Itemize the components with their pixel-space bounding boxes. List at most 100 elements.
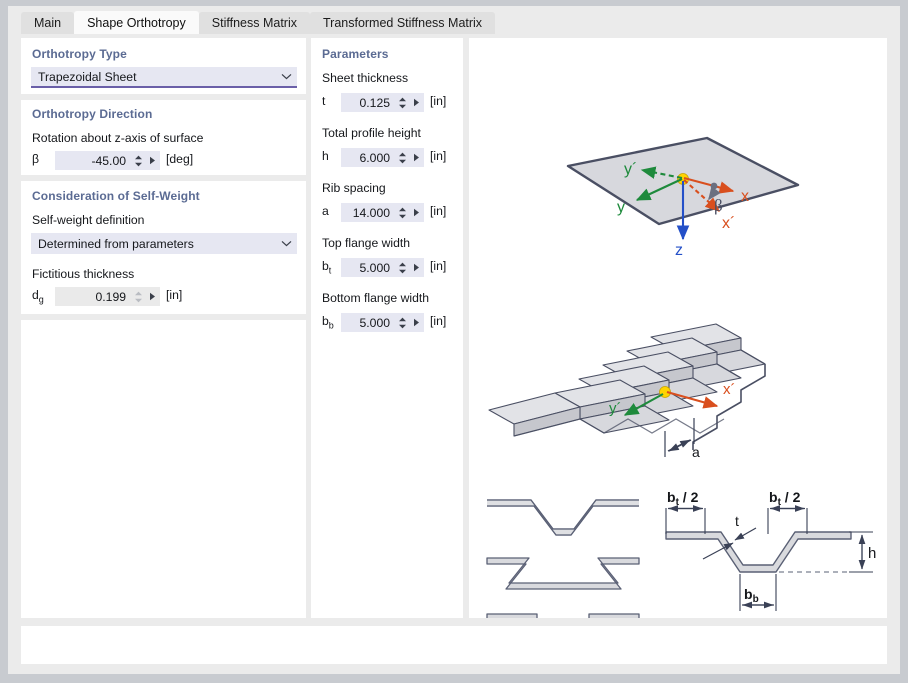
tab-stiffness-matrix[interactable]: Stiffness Matrix: [199, 12, 310, 34]
parameter-symbol-base-2: a: [322, 204, 329, 218]
fictitious-thickness-stepper: [132, 291, 145, 303]
orthotropy-direction-panel: Orthotropy Direction Rotation about z-ax…: [21, 100, 306, 175]
parameter-unit-1: [in]: [430, 149, 446, 163]
parameter-symbol-sub-3: t: [329, 265, 332, 275]
parameter-symbol-base-3: b: [322, 259, 329, 273]
fictitious-thickness-expand-icon[interactable]: [145, 292, 160, 301]
parameter-symbol-base-4: b: [322, 314, 329, 328]
beta-input[interactable]: -45.00: [55, 151, 160, 170]
dimension-label-bt-left: bt / 2: [667, 489, 699, 508]
profile-variants: [487, 500, 639, 618]
parameter-stepper-3[interactable]: [396, 262, 409, 274]
orthotropy-type-panel: Orthotropy Type Trapezoidal Sheet: [21, 38, 306, 94]
corrugated-label-x-prime: x´: [723, 381, 736, 398]
parameter-symbol-sub-4: b: [329, 320, 334, 330]
dg-symbol: dg: [32, 288, 44, 304]
parameter-expand-icon-0[interactable]: [409, 98, 424, 107]
graphic-panel: y´ y x x´ z β: [469, 38, 887, 618]
parameter-value-2: 14.000: [341, 206, 396, 220]
orthotropy-type-dropdown[interactable]: Trapezoidal Sheet: [31, 67, 297, 88]
orthotropy-graphic: y´ y x x´ z β: [469, 38, 887, 618]
dimension-label-t: t: [735, 513, 739, 529]
tab-main[interactable]: Main: [21, 12, 74, 34]
dimension-label-h: h: [868, 545, 876, 562]
parameter-expand-icon-3[interactable]: [409, 263, 424, 272]
left-empty-panel: [21, 320, 306, 618]
beta-stepper[interactable]: [132, 155, 145, 167]
self-weight-title: Consideration of Self-Weight: [32, 189, 200, 203]
corrugated-sheet-diagram: x´ y´ a: [489, 324, 765, 460]
corrugated-label-y-prime: y´: [609, 400, 622, 417]
fictitious-thickness-unit: [in]: [166, 288, 182, 302]
plane-diagram: y´ y x x´ z β: [568, 138, 798, 259]
axis-label-beta: β: [714, 196, 723, 215]
parameter-symbol-base-0: t: [322, 94, 325, 108]
beta-symbol: β: [32, 152, 39, 166]
dimension-label-bb: bb: [744, 586, 759, 605]
axis-label-z: z: [675, 242, 683, 259]
parameter-label-1: Total profile height: [322, 126, 421, 140]
beta-unit: [deg]: [166, 152, 193, 166]
parameter-symbol-4: bb: [322, 314, 334, 330]
tab-underline: [21, 34, 887, 35]
tab-strip: Main Shape Orthotropy Stiffness Matrix T…: [21, 11, 495, 34]
parameter-value-1: 6.000: [341, 151, 396, 165]
parameter-input-1[interactable]: 6.000: [341, 148, 424, 167]
parameter-label-0: Sheet thickness: [322, 71, 408, 85]
parameter-input-2[interactable]: 14.000: [341, 203, 424, 222]
parameter-expand-icon-1[interactable]: [409, 153, 424, 162]
parameters-title: Parameters: [322, 47, 389, 61]
parameter-symbol-2: a: [322, 204, 329, 220]
orthotropy-type-title: Orthotropy Type: [32, 47, 127, 61]
parameter-symbol-1: h: [322, 149, 329, 165]
parameter-unit-4: [in]: [430, 314, 446, 328]
axis-label-y: y: [617, 199, 625, 216]
tab-transformed-stiffness-matrix[interactable]: Transformed Stiffness Matrix: [310, 12, 495, 34]
dimensioned-cross-section: bt / 2 bt / 2 t h: [666, 489, 876, 611]
parameter-input-0[interactable]: 0.125: [341, 93, 424, 112]
tab-shape-orthotropy[interactable]: Shape Orthotropy: [74, 11, 199, 34]
parameter-expand-icon-4[interactable]: [409, 318, 424, 327]
orthotropy-type-value: Trapezoidal Sheet: [31, 70, 275, 84]
parameter-symbol-0: t: [322, 94, 325, 110]
self-weight-definition-dropdown[interactable]: Determined from parameters: [31, 233, 297, 254]
tab-bar: Main Shape Orthotropy Stiffness Matrix T…: [8, 6, 900, 34]
parameter-unit-2: [in]: [430, 204, 446, 218]
self-weight-definition-value: Determined from parameters: [31, 237, 275, 251]
parameter-value-0: 0.125: [341, 96, 396, 110]
chevron-down-icon: [275, 73, 297, 80]
beta-value: -45.00: [55, 154, 132, 168]
bottom-status-panel: [21, 626, 887, 664]
axis-label-y-prime: y´: [624, 161, 637, 178]
parameter-symbol-base-1: h: [322, 149, 329, 163]
parameter-expand-icon-2[interactable]: [409, 208, 424, 217]
beta-expand-icon[interactable]: [145, 156, 160, 165]
parameter-stepper-0[interactable]: [396, 97, 409, 109]
parameter-stepper-4[interactable]: [396, 317, 409, 329]
parameter-symbol-3: bt: [322, 259, 331, 275]
parameters-panel: Parameters Sheet thickness t 0.125 [in] …: [311, 38, 463, 618]
parameter-input-4[interactable]: 5.000: [341, 313, 424, 332]
dg-symbol-sub: g: [39, 294, 44, 304]
chevron-down-icon: [275, 240, 297, 247]
self-weight-panel: Consideration of Self-Weight Self-weight…: [21, 181, 306, 314]
dimension-label-bt-right: bt / 2: [769, 489, 801, 508]
dg-symbol-base: d: [32, 288, 39, 302]
orthotropy-direction-title: Orthotropy Direction: [32, 107, 152, 121]
parameter-unit-3: [in]: [430, 259, 446, 273]
axis-label-x: x: [741, 188, 749, 205]
dimension-label-a: a: [692, 444, 700, 460]
parameter-value-3: 5.000: [341, 261, 396, 275]
parameter-unit-0: [in]: [430, 94, 446, 108]
parameter-label-2: Rib spacing: [322, 181, 386, 195]
parameter-input-3[interactable]: 5.000: [341, 258, 424, 277]
self-weight-definition-label: Self-weight definition: [32, 213, 144, 227]
parameter-label-3: Top flange width: [322, 236, 410, 250]
dialog-window: Main Shape Orthotropy Stiffness Matrix T…: [8, 6, 900, 674]
parameter-value-4: 5.000: [341, 316, 396, 330]
fictitious-thickness-input[interactable]: 0.199: [55, 287, 160, 306]
parameter-label-4: Bottom flange width: [322, 291, 429, 305]
parameter-stepper-1[interactable]: [396, 152, 409, 164]
parameter-stepper-2[interactable]: [396, 207, 409, 219]
axis-label-x-prime: x´: [722, 215, 735, 232]
